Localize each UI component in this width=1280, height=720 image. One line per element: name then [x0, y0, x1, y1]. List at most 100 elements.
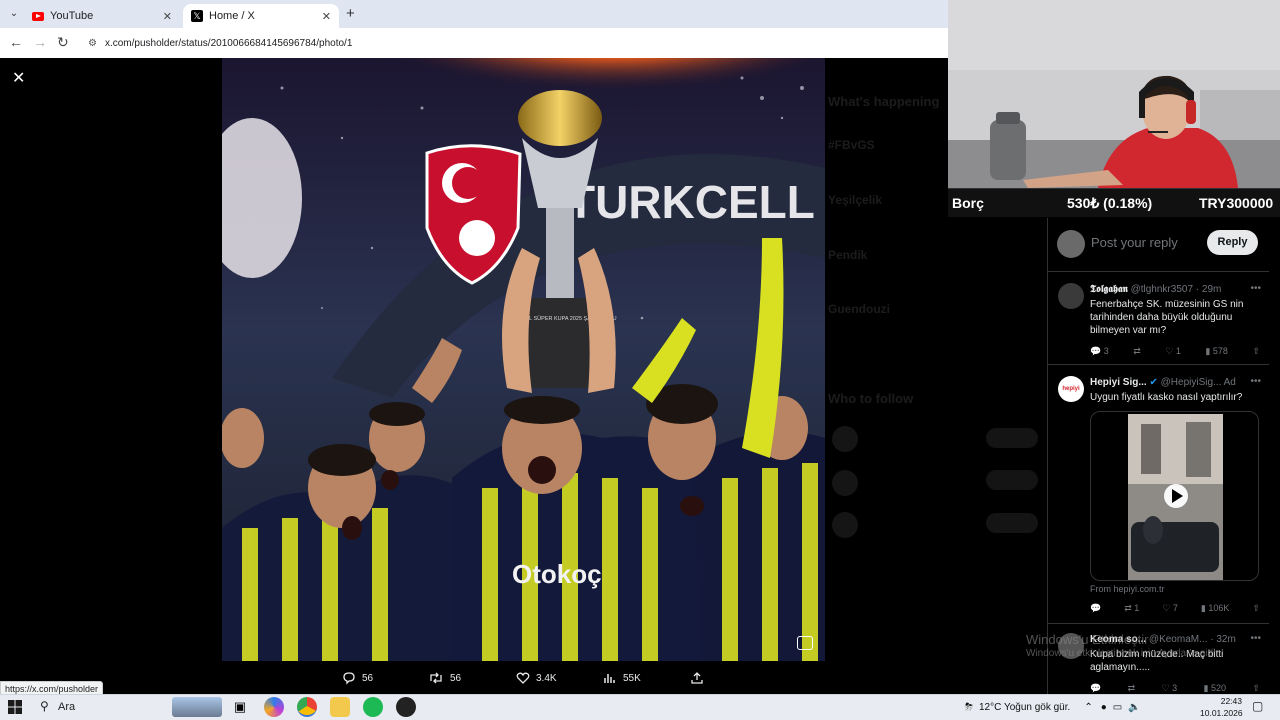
ad-label: Ad — [1223, 377, 1236, 388]
tab-search-dropdown[interactable]: ⌄ — [6, 6, 22, 22]
views-action[interactable]: 55K — [603, 667, 641, 689]
tweet-photo[interactable]: TURKCELL S TURKCELL SÜPER KUPA 2025 ŞAMP… — [222, 58, 825, 661]
views-action[interactable]: ▮ 578 — [1205, 346, 1227, 357]
tray-app-icon[interactable]: ● — [1101, 702, 1107, 713]
reply-action[interactable]: 💬 — [1090, 603, 1101, 614]
ad-source[interactable]: From hepiyi.com.tr — [1090, 584, 1165, 594]
views-action[interactable]: ▮ 520 — [1204, 683, 1226, 694]
search-highlight-image[interactable] — [172, 697, 222, 717]
celebration-photo: TURKCELL S TURKCELL SÜPER KUPA 2025 ŞAMP… — [222, 58, 825, 661]
follow-button[interactable] — [986, 470, 1038, 490]
back-button[interactable]: ← — [9, 34, 23, 50]
more-options-icon[interactable]: ••• — [1250, 376, 1261, 387]
trend-item[interactable]: Guendouzi — [828, 302, 890, 316]
reply-tweet[interactable]: 𝕿𝖔𝖑𝖌𝖆𝖍𝖆𝖓 @tlghnkr3507 · 29m ••• Fenerbah… — [1047, 273, 1269, 365]
trend-item[interactable]: Pendik — [828, 248, 867, 262]
search-icon[interactable]: ⚲ — [40, 699, 49, 713]
ad-video[interactable] — [1090, 411, 1259, 581]
reply-count: 56 — [362, 672, 374, 684]
author-handle[interactable]: @tlghnkr3507 — [1131, 284, 1193, 295]
ticker-total: TRY300000 — [1199, 195, 1274, 211]
reply-action[interactable]: 💬 3 — [1090, 346, 1109, 357]
tweet-text: Uygun fiyatlı kasko nasıl yaptırılır? — [1090, 392, 1243, 403]
tweet-header: 𝕿𝖔𝖑𝖌𝖆𝖍𝖆𝖓 @tlghnkr3507 · 29m — [1090, 284, 1260, 295]
author-name[interactable]: 𝕿𝖔𝖑𝖌𝖆𝖍𝖆𝖓 — [1090, 284, 1128, 295]
tweet-actions: 💬 ⇄ 1 ♡ 7 ▮ 106K ⇧ — [1090, 603, 1260, 614]
trend-item[interactable]: Yeşilçelik — [828, 193, 882, 207]
tweet-time[interactable]: · 29m — [1196, 284, 1222, 295]
windows-activation-watermark: Windows'u Etkinleştir — [1026, 632, 1149, 647]
follow-avatar — [832, 512, 858, 538]
heart-icon — [516, 672, 530, 684]
view-count: 55K — [623, 672, 641, 684]
repost-count: 56 — [450, 672, 462, 684]
notification-icon[interactable]: ▢ — [1252, 699, 1263, 713]
network-icon[interactable]: ▭ — [1113, 702, 1122, 713]
like-action[interactable]: 3.4K — [516, 667, 557, 689]
who-to-follow-heading: Who to follow — [828, 391, 914, 406]
author-handle[interactable]: @HepiyiSig... — [1161, 377, 1222, 388]
app-icon[interactable] — [396, 697, 416, 717]
chrome-icon[interactable] — [297, 697, 317, 717]
verified-badge-icon: ✔ — [1149, 377, 1158, 388]
url-text: x.com/pusholder/status/20100666841456967… — [104, 37, 353, 49]
video-thumbnail — [1128, 414, 1223, 580]
close-icon[interactable]: ✕ — [12, 68, 25, 88]
image-description-icon[interactable] — [797, 636, 813, 650]
like-action[interactable]: ♡ 1 — [1165, 346, 1181, 357]
more-options-icon[interactable]: ••• — [1250, 633, 1261, 644]
reply-input[interactable]: Post your reply — [1091, 235, 1178, 250]
reload-button[interactable]: ↻ — [57, 34, 69, 51]
stream-ticker-bar: Borç 530₺ (0.18%) TRY300000 — [948, 188, 1280, 217]
reply-button[interactable]: Reply — [1207, 230, 1258, 255]
repost-action[interactable]: ⇄ — [1133, 346, 1141, 357]
tweet-time[interactable]: · 32m — [1210, 634, 1236, 645]
taskbar-clock[interactable]: 22:43 10.01.2026 — [1200, 695, 1243, 719]
tweet-header: Hepiyi Sig... ✔ @HepiyiSig... Ad — [1090, 377, 1260, 388]
like-action[interactable]: ♡ 3 — [1162, 683, 1178, 694]
like-action[interactable]: ♡ 7 — [1162, 603, 1178, 614]
streamer-webcam — [948, 0, 1280, 188]
spotify-icon[interactable] — [363, 697, 383, 717]
copilot-icon[interactable] — [264, 697, 284, 717]
tweet-actions: 💬 ⇄ ♡ 3 ▮ 520 ⇧ — [1090, 683, 1260, 694]
tab-x[interactable]: 𝕏 Home / X ✕ — [183, 4, 339, 28]
tray-overflow-icon[interactable]: ⌃ — [1084, 702, 1092, 713]
taskbar-search-input[interactable]: Ara — [58, 701, 75, 713]
tab-youtube[interactable]: YouTube ✕ — [26, 4, 180, 28]
file-explorer-icon[interactable] — [330, 697, 350, 717]
forward-button[interactable]: → — [33, 34, 47, 50]
start-button[interactable] — [8, 700, 22, 719]
new-tab-button[interactable]: + — [346, 5, 355, 22]
follow-button[interactable] — [986, 513, 1038, 533]
share-action[interactable] — [690, 667, 710, 689]
close-tab-icon[interactable]: ✕ — [163, 10, 172, 23]
repost-action[interactable]: ⇄ 1 — [1124, 603, 1139, 614]
windows-logo-icon — [8, 700, 22, 714]
ticker-change: 530₺ (0.18%) — [1067, 195, 1153, 211]
reply-action[interactable]: 56 — [342, 667, 373, 689]
more-options-icon[interactable]: ••• — [1250, 283, 1261, 294]
author-name[interactable]: Hepiyi Sig... — [1090, 377, 1147, 388]
repost-icon — [430, 672, 442, 684]
share-icon[interactable]: ⇧ — [1252, 346, 1260, 357]
weather-text[interactable]: 12°C Yoğun gök gür. — [979, 702, 1070, 713]
volume-icon[interactable]: 🔈 — [1128, 702, 1140, 713]
reply-action[interactable]: 💬 — [1090, 683, 1101, 694]
url-field[interactable]: ⚙ x.com/pusholder/status/201006668414569… — [82, 31, 942, 55]
author-handle[interactable]: @KeomaM... — [1149, 634, 1208, 645]
repost-action[interactable]: 56 — [428, 667, 461, 689]
views-action[interactable]: ▮ 106K — [1201, 603, 1229, 614]
trend-item[interactable]: #FBvGS — [828, 138, 875, 152]
repost-action[interactable]: ⇄ — [1128, 683, 1136, 694]
task-view-icon[interactable]: ▣ — [230, 697, 250, 717]
site-info-icon[interactable]: ⚙ — [88, 38, 97, 49]
banner-text: TURKCELL S — [567, 176, 825, 228]
share-icon[interactable]: ⇧ — [1252, 683, 1260, 694]
x-logo-icon: 𝕏 — [191, 10, 203, 22]
share-icon[interactable]: ⇧ — [1252, 603, 1260, 614]
tab-label: YouTube — [50, 10, 94, 22]
system-tray: ⛈ 12°C Yoğun gök gür. ⌃ ● ▭ 🔈 — [965, 694, 1141, 720]
follow-button[interactable] — [986, 428, 1038, 448]
close-tab-icon[interactable]: ✕ — [322, 10, 331, 23]
